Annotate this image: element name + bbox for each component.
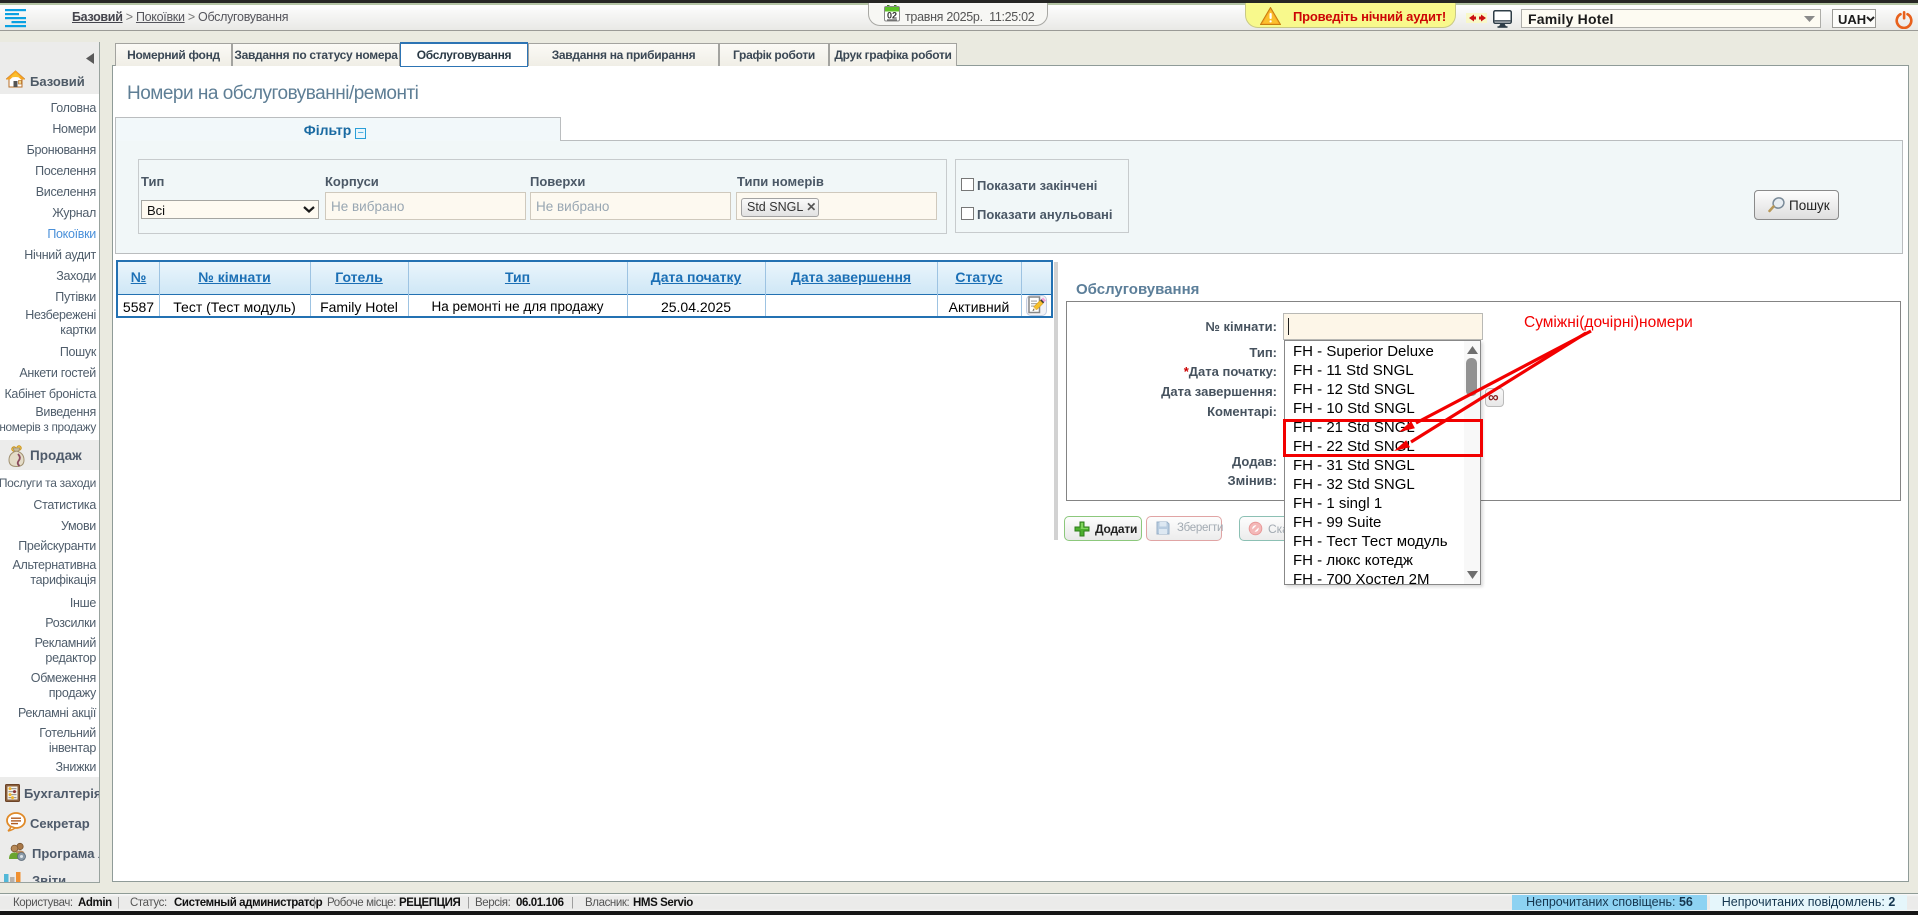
svg-text:02: 02 — [887, 11, 897, 21]
